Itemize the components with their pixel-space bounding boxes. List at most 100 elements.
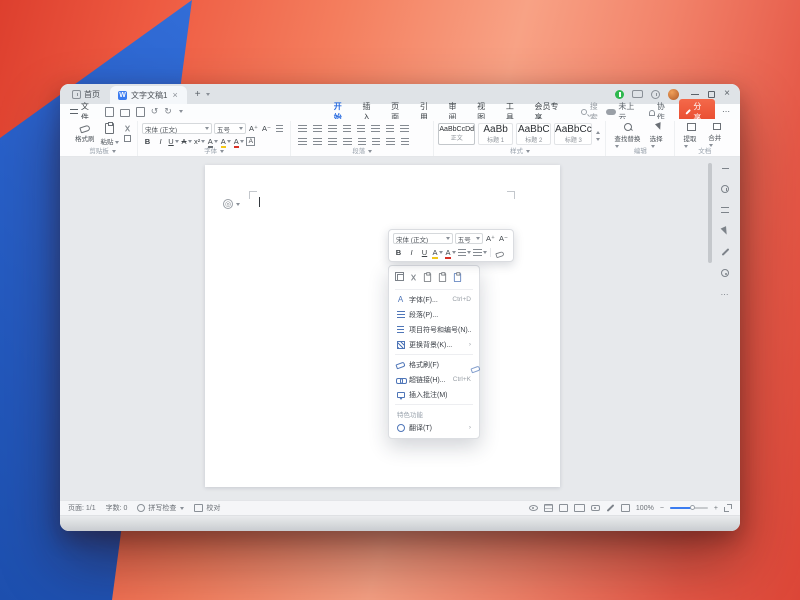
reading-mode-icon[interactable]: [632, 90, 643, 98]
scrollbar-thumb[interactable]: [708, 163, 712, 263]
zoom-level[interactable]: 100%: [636, 505, 654, 512]
eye-protect-icon[interactable]: [529, 505, 538, 511]
menu-item-change-background[interactable]: 更换背景(K)... ›: [389, 337, 479, 352]
new-tab-button[interactable]: +: [187, 84, 218, 104]
menu-item-bullets-numbering[interactable]: 项目符号和编号(N)...: [389, 322, 479, 337]
print-icon[interactable]: [120, 109, 130, 117]
ink-icon[interactable]: [607, 504, 615, 512]
mini-grow-font-button[interactable]: A⁺: [485, 233, 496, 244]
minimize-icon[interactable]: [691, 94, 699, 95]
copy-icon[interactable]: [397, 274, 404, 281]
menu-item-insert-comment[interactable]: 插入批注(M): [389, 387, 479, 402]
mini-bullets-button[interactable]: [458, 247, 471, 258]
clear-format-button[interactable]: [274, 123, 285, 134]
decrease-indent-icon[interactable]: [343, 125, 351, 132]
style-heading1[interactable]: AaBb 标题 1: [478, 123, 513, 145]
menu-item-translate[interactable]: 翻译(T) ›: [389, 420, 479, 435]
fullscreen-icon[interactable]: [724, 504, 732, 512]
redo-icon[interactable]: ↻: [164, 107, 172, 116]
mini-bold-button[interactable]: B: [393, 247, 404, 258]
avatar[interactable]: [668, 89, 679, 100]
mini-shrink-font-button[interactable]: A⁻: [498, 233, 509, 244]
mini-underline-button[interactable]: U: [419, 247, 430, 258]
multilevel-list-icon[interactable]: [328, 125, 337, 132]
close-icon[interactable]: ×: [724, 89, 730, 99]
mini-highlight-button[interactable]: A: [432, 247, 443, 258]
shrink-font-button[interactable]: A⁻: [261, 123, 272, 134]
line-spacing-icon[interactable]: [386, 138, 395, 145]
maximize-icon[interactable]: [708, 91, 715, 98]
mini-font-size-select[interactable]: 五号: [455, 233, 483, 244]
align-right-icon[interactable]: [328, 138, 337, 145]
more-menu[interactable]: ⋯: [722, 107, 730, 116]
vertical-scrollbar[interactable]: [708, 163, 712, 485]
proofread-button[interactable]: 校对: [194, 503, 220, 513]
fit-page-icon[interactable]: [621, 504, 630, 512]
word-count[interactable]: 字数: 0: [106, 503, 128, 513]
paste-button[interactable]: 粘贴: [98, 121, 122, 146]
upgrade-icon[interactable]: [615, 90, 624, 99]
save-icon[interactable]: [105, 107, 114, 117]
style-heading2[interactable]: AaBbC 标题 2: [516, 123, 551, 145]
mini-format-painter-icon[interactable]: [495, 249, 504, 255]
style-heading3[interactable]: AaBbCc 标题 3: [554, 123, 592, 145]
menu-item-format-painter[interactable]: 格式刷(F): [389, 357, 479, 372]
paste-text-only-icon[interactable]: [454, 273, 461, 282]
zoom-out-button[interactable]: −: [660, 505, 664, 512]
borders-icon[interactable]: [401, 138, 409, 145]
page-view-icon[interactable]: [544, 504, 553, 512]
align-center-icon[interactable]: [313, 138, 322, 145]
spellcheck-button[interactable]: 拼写检查: [137, 503, 184, 513]
copy-icon[interactable]: [124, 135, 131, 142]
symbol-icon[interactable]: [371, 125, 380, 132]
web-view-icon[interactable]: [559, 504, 568, 512]
sort-icon[interactable]: [386, 125, 394, 132]
more-tools-icon[interactable]: ⋯: [720, 289, 730, 299]
settings-icon[interactable]: [720, 268, 730, 278]
tab-document[interactable]: W 文字文稿1 ×: [110, 86, 187, 104]
menu-item-hyperlink[interactable]: 超链接(H)... Ctrl+K: [389, 372, 479, 387]
paste-keep-format-icon[interactable]: [439, 273, 446, 282]
styles-scroll-down-icon[interactable]: [596, 138, 600, 141]
align-left-icon[interactable]: [298, 138, 307, 145]
navigate-icon[interactable]: [720, 205, 730, 215]
font-family-select[interactable]: 宋体 (正文): [142, 123, 212, 134]
undo-icon[interactable]: ↺: [151, 107, 159, 116]
mini-font-family-select[interactable]: 宋体 (正文): [393, 233, 453, 244]
grow-font-button[interactable]: A⁺: [248, 123, 259, 134]
zoom-in-button[interactable]: +: [714, 505, 718, 512]
cut-icon[interactable]: [410, 274, 417, 281]
export-pdf-icon[interactable]: [136, 107, 145, 117]
tab-close-icon[interactable]: ×: [171, 90, 178, 100]
document-page[interactable]: ◎: [205, 165, 560, 487]
bullets-icon[interactable]: [298, 125, 307, 132]
pen-icon[interactable]: [720, 247, 730, 257]
menu-item-paragraph[interactable]: 段落(P)...: [389, 307, 479, 322]
menu-item-font[interactable]: A 字体(F)... Ctrl+D: [389, 292, 479, 307]
cut-icon[interactable]: [124, 125, 131, 132]
mini-italic-button[interactable]: I: [406, 247, 417, 258]
styles-scroll-up-icon[interactable]: [596, 131, 600, 134]
quick-access-chevron-icon[interactable]: [179, 110, 183, 113]
history-icon[interactable]: [651, 90, 660, 99]
format-painter-button[interactable]: 格式刷: [72, 121, 98, 146]
justify-icon[interactable]: [343, 138, 352, 145]
show-marks-icon[interactable]: [400, 125, 409, 132]
distribute-icon[interactable]: [358, 138, 366, 145]
zoom-slider[interactable]: [670, 507, 708, 509]
collapse-icon[interactable]: [720, 163, 730, 173]
numbering-icon[interactable]: [313, 125, 322, 132]
mini-align-button[interactable]: [473, 247, 487, 258]
paste-icon[interactable]: [424, 273, 431, 282]
font-size-select[interactable]: 五号: [214, 123, 246, 134]
shading-icon[interactable]: [372, 138, 380, 145]
mini-font-color-button[interactable]: A: [445, 247, 456, 258]
two-page-view-icon[interactable]: [574, 504, 585, 512]
increase-indent-icon[interactable]: [357, 125, 365, 132]
smart-assist-button[interactable]: ◎: [223, 199, 240, 209]
pointer-icon[interactable]: [720, 226, 730, 236]
style-normal[interactable]: AaBbCcDd 正文: [438, 123, 475, 145]
history-clock-icon[interactable]: [720, 184, 730, 194]
zoom-slider-thumb[interactable]: [690, 505, 695, 510]
chevron-down-icon[interactable]: [206, 93, 210, 96]
